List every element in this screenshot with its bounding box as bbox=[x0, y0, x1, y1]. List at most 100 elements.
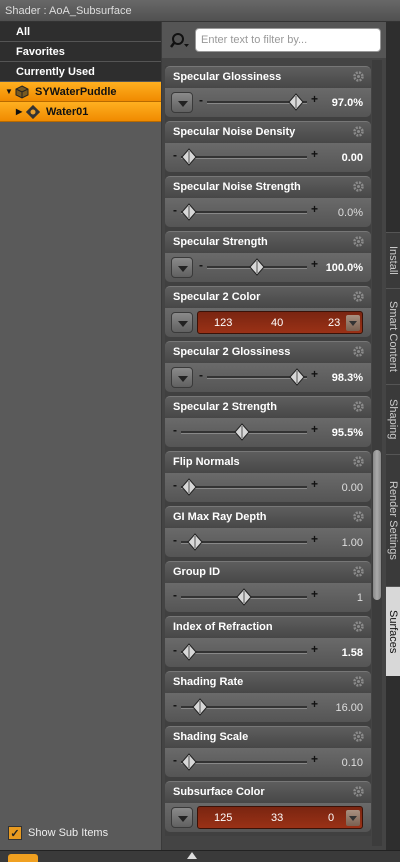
gear-icon[interactable] bbox=[352, 730, 365, 743]
property-value[interactable]: 95.5% bbox=[332, 427, 363, 439]
property-value[interactable]: 100.0% bbox=[326, 262, 363, 274]
property-value[interactable]: 0.00 bbox=[342, 152, 363, 164]
slider-thumb-icon[interactable] bbox=[236, 588, 252, 606]
property-menu-dropdown[interactable] bbox=[171, 312, 193, 333]
slider-track[interactable] bbox=[181, 211, 307, 214]
checkbox-check-icon[interactable]: ✓ bbox=[8, 826, 22, 840]
property-value[interactable]: 1.00 bbox=[342, 537, 363, 549]
property-menu-dropdown[interactable] bbox=[171, 257, 193, 278]
decrement-button[interactable]: - bbox=[173, 753, 177, 767]
category-currently-used[interactable]: Currently Used bbox=[0, 62, 161, 82]
property-value[interactable]: 16.00 bbox=[335, 702, 363, 714]
gear-icon[interactable] bbox=[352, 455, 365, 468]
decrement-button[interactable]: - bbox=[199, 93, 203, 107]
decrement-button[interactable]: - bbox=[173, 203, 177, 217]
bottom-pane-tab[interactable] bbox=[8, 854, 38, 862]
side-tab-surfaces[interactable]: Surfaces bbox=[386, 586, 400, 676]
increment-button[interactable]: + bbox=[311, 422, 318, 436]
category-all[interactable]: All bbox=[0, 22, 161, 42]
color-blue-value[interactable]: 0 bbox=[328, 812, 334, 824]
decrement-button[interactable]: - bbox=[173, 588, 177, 602]
slider-track[interactable] bbox=[181, 156, 307, 159]
color-green-value[interactable]: 40 bbox=[271, 317, 283, 329]
property-value[interactable]: 0.0% bbox=[338, 207, 363, 219]
slider-track[interactable] bbox=[181, 486, 307, 489]
increment-button[interactable]: + bbox=[311, 752, 318, 766]
search-icon[interactable] bbox=[170, 32, 190, 50]
color-blue-value[interactable]: 23 bbox=[328, 317, 340, 329]
property-value[interactable]: 0.00 bbox=[342, 482, 363, 494]
slider-thumb-icon[interactable] bbox=[186, 533, 203, 551]
decrement-button[interactable]: - bbox=[173, 698, 177, 712]
increment-button[interactable]: + bbox=[311, 92, 318, 106]
slider-thumb-icon[interactable] bbox=[289, 368, 305, 386]
slider-thumb-icon[interactable] bbox=[181, 643, 197, 661]
color-red-value[interactable]: 125 bbox=[214, 812, 232, 824]
property-value[interactable]: 98.3% bbox=[332, 372, 363, 384]
side-tab-install[interactable]: Install bbox=[386, 232, 400, 288]
decrement-button[interactable]: - bbox=[199, 368, 203, 382]
tree-node-sywaterpuddle[interactable]: ▼ SYWaterPuddle bbox=[0, 82, 161, 102]
gear-icon[interactable] bbox=[352, 125, 365, 138]
increment-button[interactable]: + bbox=[311, 257, 318, 271]
decrement-button[interactable]: - bbox=[173, 533, 177, 547]
increment-button[interactable]: + bbox=[311, 202, 318, 216]
increment-button[interactable]: + bbox=[311, 367, 318, 381]
increment-button[interactable]: + bbox=[311, 642, 318, 656]
slider-track[interactable] bbox=[181, 651, 307, 654]
filter-input[interactable] bbox=[195, 28, 381, 52]
increment-button[interactable]: + bbox=[311, 532, 318, 546]
gear-icon[interactable] bbox=[352, 565, 365, 578]
color-picker-dropdown-icon[interactable] bbox=[346, 810, 360, 826]
decrement-button[interactable]: - bbox=[199, 258, 203, 272]
increment-button[interactable]: + bbox=[311, 587, 318, 601]
color-value-bar[interactable]: 123 40 23 bbox=[197, 311, 363, 334]
slider-thumb-icon[interactable] bbox=[181, 478, 197, 496]
property-value[interactable]: 97.0% bbox=[332, 97, 363, 109]
vertical-scrollbar[interactable] bbox=[372, 60, 382, 846]
slider-thumb-icon[interactable] bbox=[288, 93, 305, 111]
property-value[interactable]: 1 bbox=[357, 592, 363, 604]
increment-button[interactable]: + bbox=[311, 697, 318, 711]
gear-icon[interactable] bbox=[352, 400, 365, 413]
gear-icon[interactable] bbox=[352, 620, 365, 633]
expand-triangle-icon[interactable]: ▼ bbox=[5, 82, 13, 102]
color-value-bar[interactable]: 125 33 0 bbox=[197, 806, 363, 829]
gear-icon[interactable] bbox=[352, 70, 365, 83]
tree-node-water01[interactable]: ▶ Water01 bbox=[0, 102, 161, 122]
scrollbar-thumb[interactable] bbox=[373, 450, 381, 600]
property-value[interactable]: 0.10 bbox=[342, 757, 363, 769]
property-value[interactable]: 1.58 bbox=[342, 647, 363, 659]
gear-icon[interactable] bbox=[352, 510, 365, 523]
gear-icon[interactable] bbox=[352, 290, 365, 303]
slider-thumb-icon[interactable] bbox=[249, 258, 265, 276]
color-picker-dropdown-icon[interactable] bbox=[346, 315, 360, 331]
side-tab-shaping[interactable]: Shaping bbox=[386, 384, 400, 454]
side-tab-render-settings[interactable]: Render Settings bbox=[386, 454, 400, 586]
side-tab-smart-content[interactable]: Smart Content bbox=[386, 288, 400, 384]
decrement-button[interactable]: - bbox=[173, 423, 177, 437]
color-green-value[interactable]: 33 bbox=[271, 812, 283, 824]
slider-thumb-icon[interactable] bbox=[181, 753, 197, 771]
slider-thumb-icon[interactable] bbox=[192, 698, 208, 716]
gear-icon[interactable] bbox=[352, 675, 365, 688]
category-favorites[interactable]: Favorites bbox=[0, 42, 161, 62]
gear-icon[interactable] bbox=[352, 235, 365, 248]
slider-thumb-icon[interactable] bbox=[181, 148, 197, 166]
decrement-button[interactable]: - bbox=[173, 148, 177, 162]
gear-icon[interactable] bbox=[352, 785, 365, 798]
property-menu-dropdown[interactable] bbox=[171, 807, 193, 828]
decrement-button[interactable]: - bbox=[173, 478, 177, 492]
increment-button[interactable]: + bbox=[311, 147, 318, 161]
slider-thumb-icon[interactable] bbox=[181, 203, 197, 221]
expand-up-icon[interactable] bbox=[187, 852, 197, 859]
property-menu-dropdown[interactable] bbox=[171, 92, 193, 113]
show-sub-items-checkbox[interactable]: ✓ Show Sub Items bbox=[8, 824, 108, 842]
color-red-value[interactable]: 123 bbox=[214, 317, 232, 329]
gear-icon[interactable] bbox=[352, 345, 365, 358]
gear-icon[interactable] bbox=[352, 180, 365, 193]
increment-button[interactable]: + bbox=[311, 477, 318, 491]
slider-thumb-icon[interactable] bbox=[234, 423, 250, 441]
decrement-button[interactable]: - bbox=[173, 643, 177, 657]
property-menu-dropdown[interactable] bbox=[171, 367, 193, 388]
